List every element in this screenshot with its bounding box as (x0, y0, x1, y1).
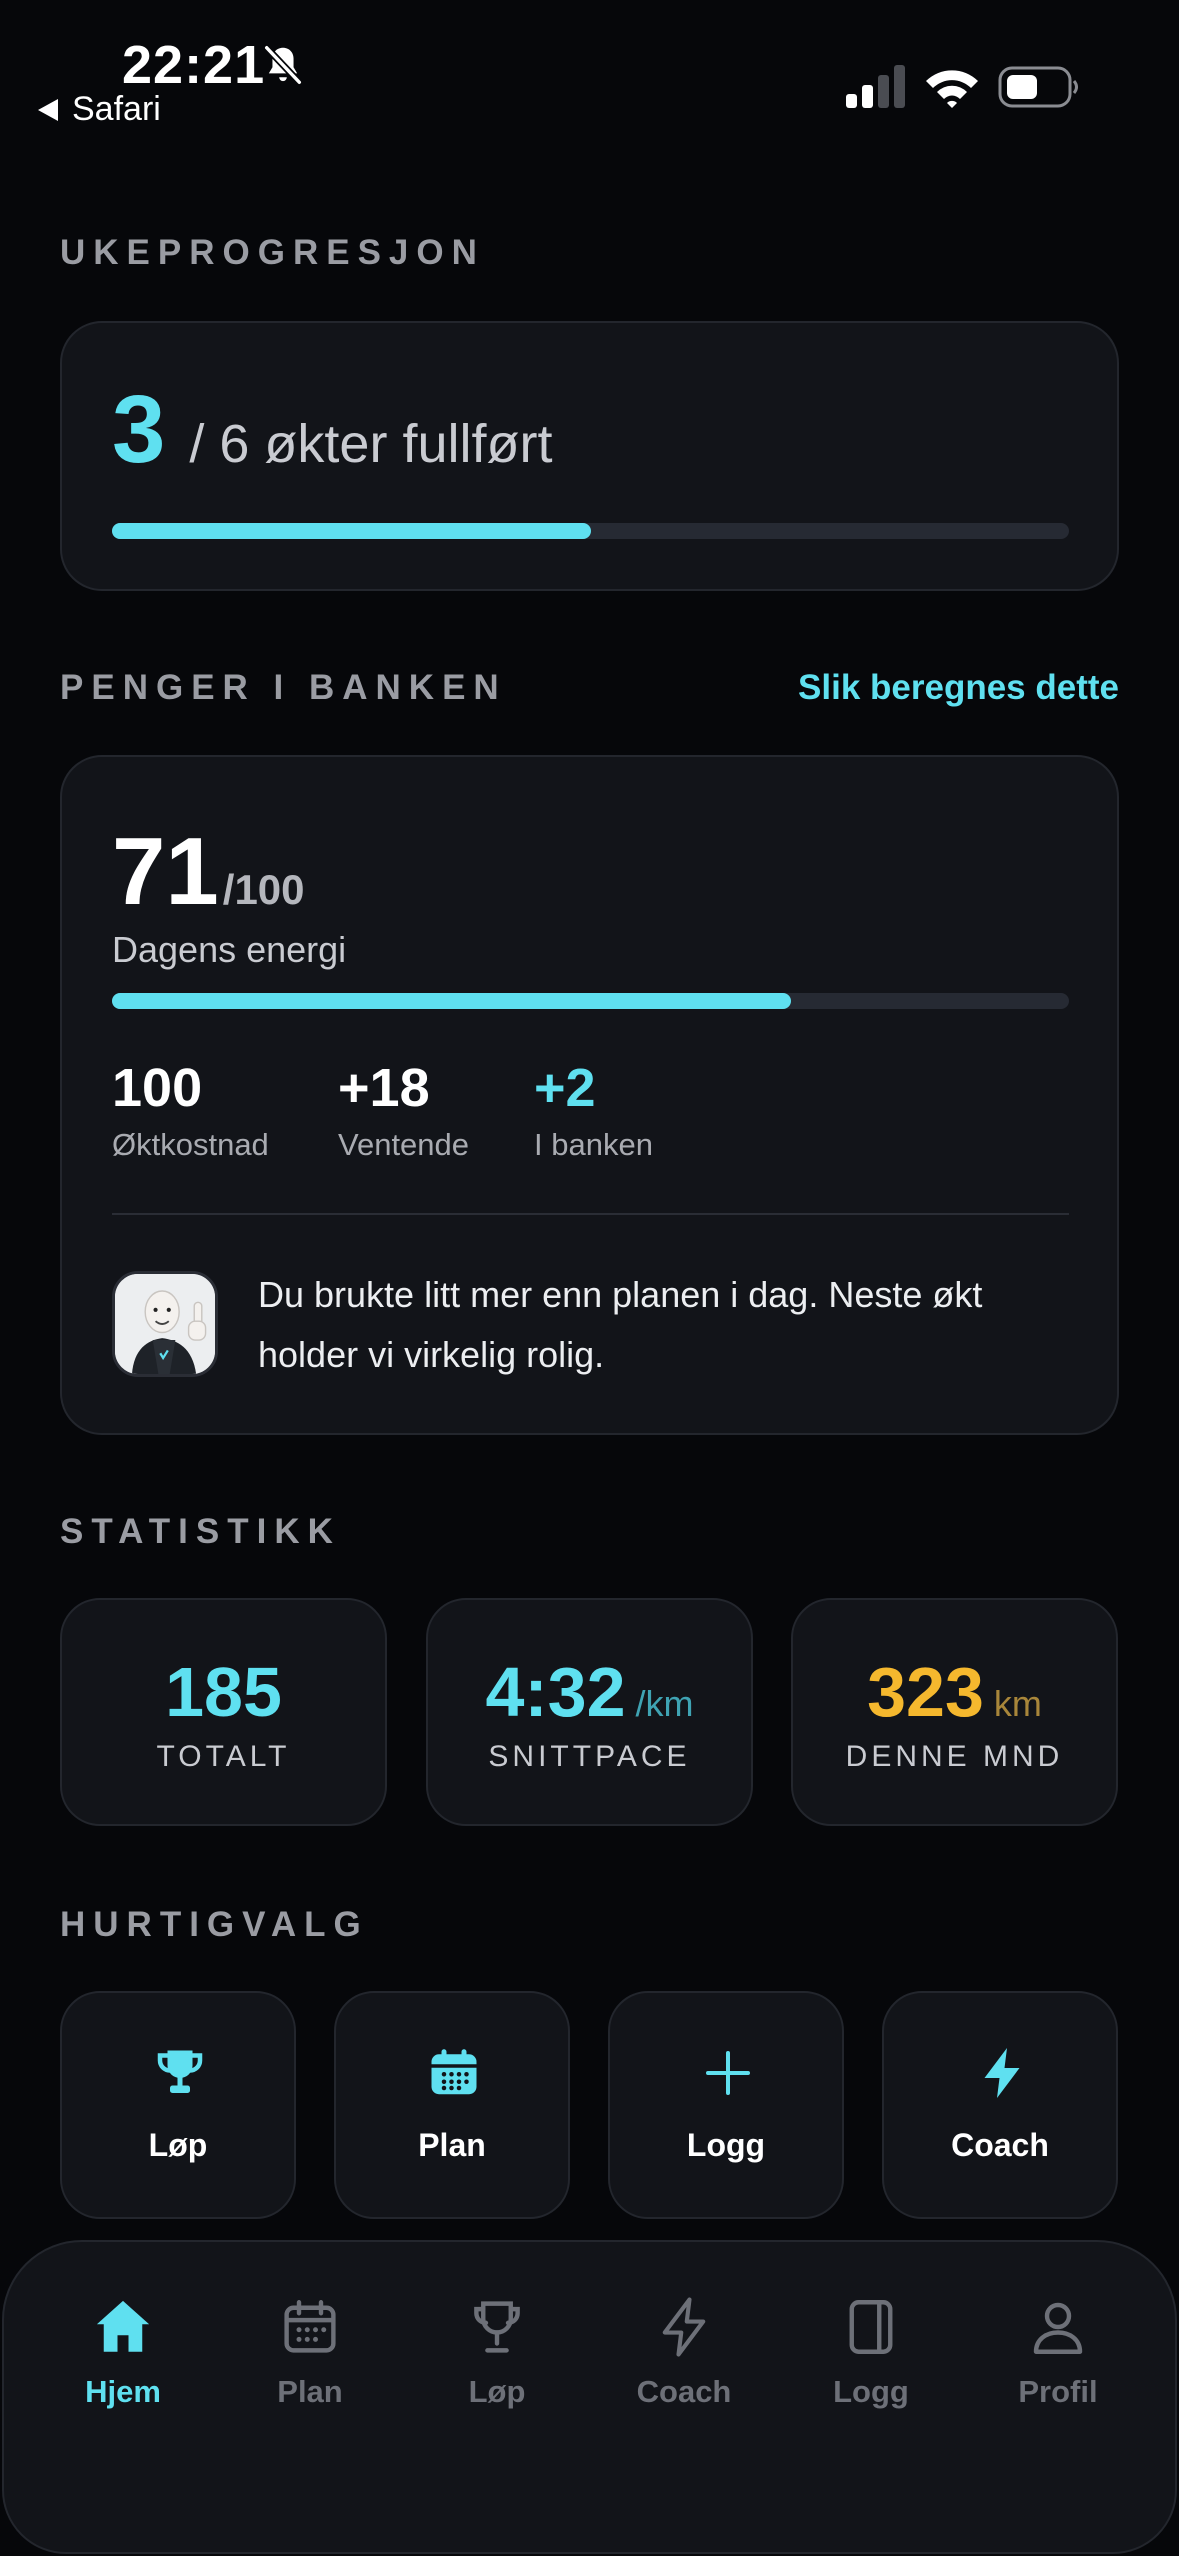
divider (112, 1213, 1069, 1215)
stat-value: 100 (112, 1058, 203, 1118)
energy-max: /100 (222, 866, 305, 913)
stat-label: Øktkostnad (112, 1127, 269, 1162)
total-stat-tile: 185 TOTALT (60, 1598, 387, 1826)
book-icon (849, 2300, 893, 2354)
month-distance-unit: km (993, 1683, 1042, 1724)
tab-label: Plan (277, 2374, 343, 2409)
tab-plan[interactable]: Plan (225, 2294, 395, 2410)
home-icon (96, 2300, 150, 2352)
pace-stat-tile: 4:32 /km SNITTPACE (426, 1598, 753, 1826)
wifi-icon (926, 70, 978, 108)
quick-coach-label: Coach (951, 2127, 1049, 2163)
back-arrow-icon (38, 98, 58, 121)
tab-log[interactable]: Logg (786, 2294, 956, 2410)
weekly-progress-fill (112, 523, 591, 539)
stat-value: +2 (534, 1058, 596, 1118)
back-label: Safari (72, 90, 161, 128)
pace-unit: /km (635, 1683, 694, 1724)
stat-value: +18 (338, 1058, 430, 1118)
tab-profile[interactable]: Profil (973, 2294, 1143, 2410)
weekly-summary: 3 / 6 økter fullført (112, 375, 552, 485)
quick-log-button[interactable]: Logg (608, 1991, 844, 2219)
month-distance-tile: 323 km DENNE MND (791, 1598, 1118, 1826)
back-to-safari[interactable]: Safari (38, 90, 161, 129)
in-bank-stat: +2 I banken (534, 1057, 653, 1163)
total-value: 185 (165, 1653, 282, 1731)
stat-label: I banken (534, 1127, 653, 1162)
energy-score: 71 /100 (112, 817, 305, 927)
quick-plan-label: Plan (418, 2127, 486, 2163)
battery-icon (998, 66, 1078, 108)
bolt-icon (662, 2297, 706, 2357)
person-icon (1033, 2302, 1083, 2354)
coach-figure-icon (115, 1274, 215, 1374)
energy-progress-bar (112, 993, 1069, 1009)
pace-label: SNITTPACE (488, 1740, 691, 1773)
tab-home[interactable]: Hjem (38, 2294, 208, 2410)
month-distance-label: DENNE MND (845, 1740, 1064, 1773)
tab-coach[interactable]: Coach (599, 2294, 769, 2410)
total-label: TOTALT (156, 1740, 291, 1773)
bolt-icon (984, 2048, 1020, 2098)
bank-section-title: PENGER I BANKEN (60, 668, 507, 707)
weekly-progress-bar (112, 523, 1069, 539)
coach-avatar (112, 1271, 218, 1377)
energy-value: 71 (112, 818, 219, 925)
completed-count: 3 (112, 376, 166, 483)
energy-label: Dagens energi (112, 929, 347, 970)
quick-section-title: HURTIGVALG (60, 1905, 369, 1944)
completed-total-label: / 6 økter fullført (189, 414, 553, 474)
how-calculated-link[interactable]: Slik beregnes dette (798, 668, 1119, 708)
quick-coach-button[interactable]: Coach (882, 1991, 1118, 2219)
pending-stat: +18 Ventende (338, 1057, 469, 1163)
quick-log-label: Logg (686, 2127, 766, 2163)
tab-label: Profil (1018, 2374, 1098, 2409)
energy-bank-card: 71 /100 Dagens energi 100 Øktkostnad +18… (60, 755, 1119, 1435)
pace-value: 4:32 (485, 1653, 626, 1731)
cellular-signal-icon (846, 65, 905, 108)
tile-value-row: 185 (62, 1652, 385, 1732)
weekly-section-title: UKEPROGRESJON (60, 233, 485, 272)
tile-value-row: 4:32 /km (428, 1652, 751, 1732)
home-screen: 22:21 Safari UKEPROGRESJON 3 / 6 økter f… (0, 0, 1179, 2556)
energy-progress-fill (112, 993, 792, 1009)
trophy-icon (157, 2050, 203, 2093)
tile-value-row: 323 km (793, 1652, 1116, 1732)
quick-run-button[interactable]: Løp (60, 1991, 296, 2219)
bottom-tab-bar: Hjem Plan Løp Coach Logg Profil (2, 2240, 1177, 2554)
weekly-progress-card: 3 / 6 økter fullført (60, 321, 1119, 591)
session-cost-stat: 100 Øktkostnad (112, 1057, 269, 1163)
quick-plan-button[interactable]: Plan (334, 1991, 570, 2219)
tab-label: Logg (833, 2374, 909, 2409)
trophy-icon (474, 2301, 520, 2353)
calendar-icon (284, 2300, 336, 2353)
month-distance-value: 323 (867, 1653, 984, 1731)
tab-label: Løp (468, 2374, 526, 2409)
quick-run-label: Løp (148, 2127, 208, 2163)
bell-slash-icon (264, 45, 302, 85)
coach-message: Du brukte litt mer enn planen i dag. Nes… (258, 1274, 983, 1375)
stats-section-title: STATISTIKK (60, 1512, 341, 1551)
tab-label: Hjem (85, 2374, 161, 2409)
plus-icon (706, 2051, 750, 2095)
tab-run[interactable]: Løp (412, 2294, 582, 2410)
status-time: 22:21 (122, 35, 266, 95)
calendar-icon (431, 2049, 477, 2095)
stat-label: Ventende (338, 1127, 470, 1162)
tab-label: Coach (636, 2374, 732, 2409)
